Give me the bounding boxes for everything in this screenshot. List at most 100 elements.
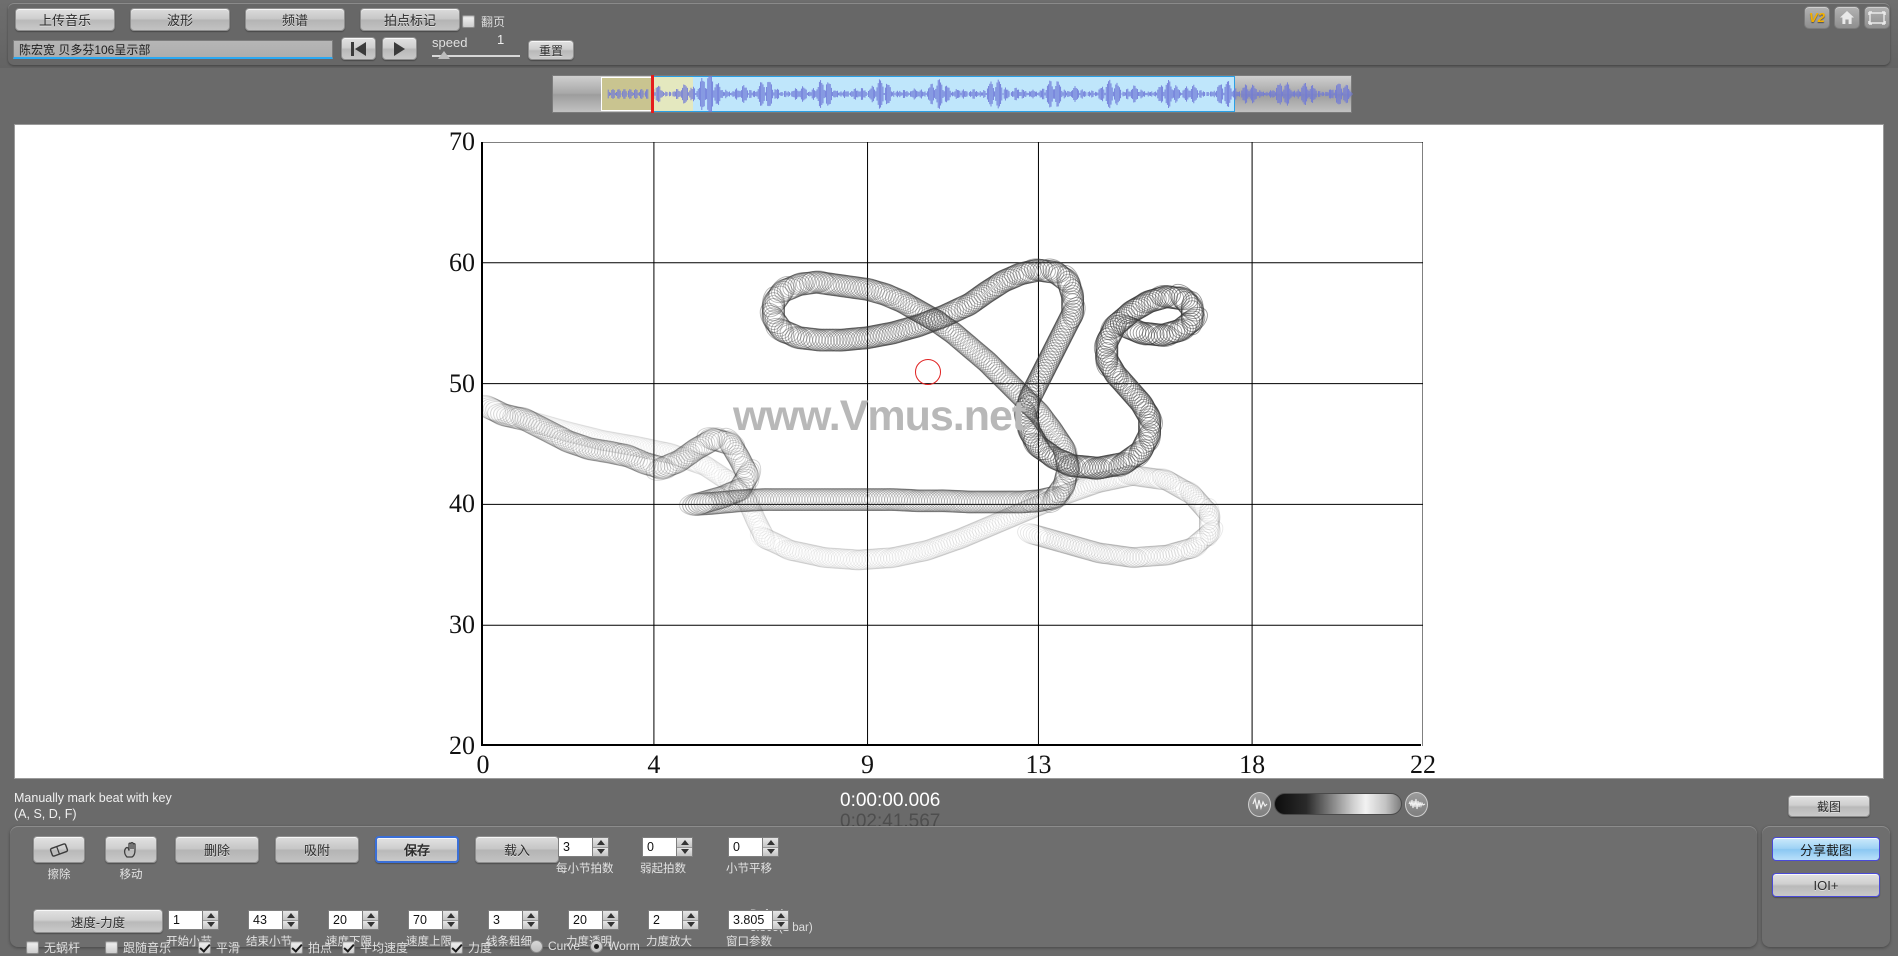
stepper-up-icon[interactable] bbox=[603, 911, 618, 921]
line-thickness-spinner[interactable]: 3 bbox=[488, 910, 539, 930]
move-tool-button[interactable] bbox=[105, 836, 157, 863]
radio-dot[interactable] bbox=[530, 939, 543, 953]
checkbox-box[interactable] bbox=[462, 15, 475, 28]
checkbox-box[interactable] bbox=[342, 941, 355, 954]
start-bar-stepper[interactable] bbox=[202, 910, 219, 930]
track-title-input[interactable] bbox=[13, 40, 333, 59]
stepper-down-icon[interactable] bbox=[443, 920, 458, 929]
stepper-down-icon[interactable] bbox=[363, 920, 378, 929]
selected-point-marker[interactable] bbox=[915, 359, 941, 385]
home-icon[interactable] bbox=[1834, 6, 1860, 29]
start-bar-spinner[interactable]: 1 bbox=[168, 910, 219, 930]
volume-slider[interactable] bbox=[1274, 793, 1402, 815]
beats-per-bar-spinner[interactable]: 3 bbox=[558, 837, 609, 857]
tempo-min-spinner[interactable]: 20 bbox=[328, 910, 379, 930]
volume-slider-group[interactable] bbox=[1248, 789, 1428, 819]
beat-marking-button[interactable]: 拍点标记 bbox=[360, 8, 460, 31]
bar-shift-spinner[interactable]: 0 bbox=[728, 837, 779, 857]
dynamics-scale-spinner[interactable]: 2 bbox=[648, 910, 699, 930]
save-button[interactable]: 保存 bbox=[375, 836, 459, 863]
waveform-button[interactable]: 波形 bbox=[130, 8, 230, 31]
checkbox-box[interactable] bbox=[26, 941, 39, 954]
tempo-max-spinner[interactable]: 70 bbox=[408, 910, 459, 930]
stepper-down-icon[interactable] bbox=[523, 920, 538, 929]
stepper-up-icon[interactable] bbox=[763, 838, 778, 848]
plot-region[interactable]: www.Vmus.net 20 30 40 50 60 70 0 4 9 13 18 22 bbox=[449, 127, 1436, 779]
window-param-input[interactable]: 3.805 bbox=[728, 910, 772, 930]
checkbox-box[interactable] bbox=[450, 941, 463, 954]
ioi-button[interactable]: IOI+ bbox=[1772, 873, 1880, 897]
pickup-beats-spinner[interactable]: 0 bbox=[642, 837, 693, 857]
stepper-up-icon[interactable] bbox=[363, 911, 378, 921]
upload-music-button[interactable]: 上传音乐 bbox=[15, 8, 115, 31]
stepper-down-icon[interactable] bbox=[773, 920, 788, 929]
dynamics-alpha-input[interactable]: 20 bbox=[568, 910, 602, 930]
stepper-down-icon[interactable] bbox=[677, 847, 692, 856]
end-bar-spinner[interactable]: 43 bbox=[248, 910, 299, 930]
stepper-up-icon[interactable] bbox=[683, 911, 698, 921]
line-thickness-stepper[interactable] bbox=[522, 910, 539, 930]
load-button[interactable]: 载入 bbox=[475, 836, 559, 863]
window-param-spinner[interactable]: 3.805 bbox=[728, 910, 789, 930]
playhead-cursor[interactable] bbox=[651, 75, 654, 113]
dynamics-alpha-spinner[interactable]: 20 bbox=[568, 910, 619, 930]
v2-badge-icon[interactable]: V2 bbox=[1804, 6, 1830, 29]
bar-shift-input[interactable]: 0 bbox=[728, 837, 762, 857]
tempo-max-input[interactable]: 70 bbox=[408, 910, 442, 930]
checkbox-box[interactable] bbox=[105, 941, 118, 954]
tempo-max-stepper[interactable] bbox=[442, 910, 459, 930]
dynamics-scale-stepper[interactable] bbox=[682, 910, 699, 930]
stepper-down-icon[interactable] bbox=[763, 847, 778, 856]
option-no-vibrato[interactable]: 无蜗杆 bbox=[26, 939, 80, 956]
stepper-up-icon[interactable] bbox=[523, 911, 538, 921]
snap-button[interactable]: 吸附 bbox=[275, 836, 359, 863]
end-bar-input[interactable]: 43 bbox=[248, 910, 282, 930]
stepper-down-icon[interactable] bbox=[203, 920, 218, 929]
spectrum-button[interactable]: 频谱 bbox=[245, 8, 345, 31]
pickup-beats-stepper[interactable] bbox=[676, 837, 693, 857]
stepper-up-icon[interactable] bbox=[677, 838, 692, 848]
dynamics-scale-input[interactable]: 2 bbox=[648, 910, 682, 930]
option-smooth[interactable]: 平滑 bbox=[198, 939, 240, 956]
radio-worm[interactable]: Worm bbox=[590, 939, 640, 953]
page-turn-checkbox[interactable]: 翻页 bbox=[462, 13, 505, 30]
option-dynamics[interactable]: 力度 bbox=[450, 939, 492, 956]
speed-thumb[interactable] bbox=[438, 51, 450, 59]
radio-curve[interactable]: Curve bbox=[530, 939, 580, 953]
waveform-overview-strip[interactable] bbox=[552, 75, 1353, 113]
rewind-button[interactable] bbox=[341, 37, 376, 60]
option-follow-music[interactable]: 跟随音乐 bbox=[105, 939, 171, 956]
pickup-beats-input[interactable]: 0 bbox=[642, 837, 676, 857]
option-beatpoint[interactable]: 拍点 bbox=[290, 939, 332, 956]
end-bar-stepper[interactable] bbox=[282, 910, 299, 930]
option-avg-tempo[interactable]: 平均速度 bbox=[342, 939, 408, 956]
stepper-up-icon[interactable] bbox=[773, 911, 788, 921]
stepper-down-icon[interactable] bbox=[593, 847, 608, 856]
tempo-min-stepper[interactable] bbox=[362, 910, 379, 930]
delete-button[interactable]: 删除 bbox=[175, 836, 259, 863]
beats-per-bar-input[interactable]: 3 bbox=[558, 837, 592, 857]
stepper-up-icon[interactable] bbox=[283, 911, 298, 921]
stepper-down-icon[interactable] bbox=[603, 920, 618, 929]
tempo-dynamics-button[interactable]: 速度-力度 bbox=[33, 909, 163, 933]
checkbox-box[interactable] bbox=[198, 941, 211, 954]
reset-button[interactable]: 重置 bbox=[528, 40, 574, 60]
stepper-down-icon[interactable] bbox=[683, 920, 698, 929]
tempo-min-input[interactable]: 20 bbox=[328, 910, 362, 930]
screenshot-button[interactable]: 截图 bbox=[1788, 795, 1870, 817]
beats-per-bar-stepper[interactable] bbox=[592, 837, 609, 857]
play-button[interactable] bbox=[382, 37, 417, 60]
share-screenshot-button[interactable]: 分享截图 bbox=[1772, 837, 1880, 861]
start-bar-input[interactable]: 1 bbox=[168, 910, 202, 930]
fullscreen-icon[interactable] bbox=[1864, 6, 1890, 29]
line-thickness-input[interactable]: 3 bbox=[488, 910, 522, 930]
window-param-stepper[interactable] bbox=[772, 910, 789, 930]
radio-dot[interactable] bbox=[590, 939, 603, 953]
dynamics-alpha-stepper[interactable] bbox=[602, 910, 619, 930]
erase-tool-button[interactable] bbox=[33, 836, 85, 863]
stepper-up-icon[interactable] bbox=[443, 911, 458, 921]
bar-shift-stepper[interactable] bbox=[762, 837, 779, 857]
chart-canvas[interactable]: www.Vmus.net 20 30 40 50 60 70 0 4 9 13 18 22 bbox=[14, 124, 1884, 779]
stepper-down-icon[interactable] bbox=[283, 920, 298, 929]
checkbox-box[interactable] bbox=[290, 941, 303, 954]
